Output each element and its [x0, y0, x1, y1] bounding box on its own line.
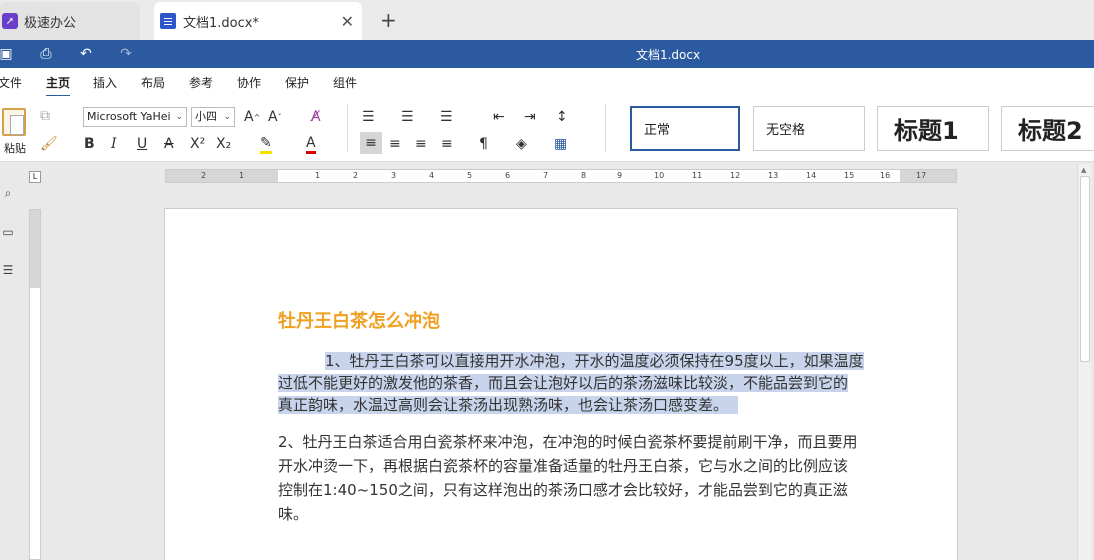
- selected-text: 1、牡丹王白茶可以直接用开水冲泡，开水的温度必须保持在95度以上，如果温度: [325, 352, 864, 370]
- plus-icon[interactable]: +: [380, 8, 397, 32]
- line-spacing-icon[interactable]: ↕: [556, 107, 568, 127]
- document-heading[interactable]: 牡丹王白茶怎么冲泡: [278, 307, 440, 333]
- menu-layout[interactable]: 布局: [141, 74, 165, 91]
- justify-icon[interactable]: ≡: [441, 134, 453, 154]
- title-bar: ▣ ⎙ ↶ ↷ 文档1.docx: [0, 40, 1094, 68]
- decrease-font-icon[interactable]: Aˇ: [268, 107, 282, 127]
- chevron-down-icon: ⌄: [175, 112, 183, 122]
- ribbon-toolbar: 粘贴 ⧉ 🖌 Microsoft YaHei ⌄ 小四 ⌄ A ^ Aˇ A̸ B I…: [0, 96, 1094, 162]
- document-page[interactable]: 牡丹王白茶怎么冲泡 1、牡丹王白茶可以直接用开水冲泡，开水的温度必须保持在95度…: [164, 208, 958, 560]
- divider: [605, 104, 606, 152]
- close-icon[interactable]: ✕: [341, 12, 354, 31]
- increase-indent-icon[interactable]: ⇥: [524, 107, 536, 127]
- menu-components[interactable]: 组件: [333, 74, 357, 91]
- horizontal-ruler[interactable]: 2 1 1 2 3 4 5 6 7 8 9 10 11 12 13 14 15 …: [165, 169, 957, 183]
- paragraph-line: 味。: [278, 505, 309, 523]
- style-normal[interactable]: 正常: [630, 106, 740, 151]
- menu-file[interactable]: 文件: [0, 74, 22, 91]
- strikethrough-icon[interactable]: A: [164, 134, 174, 154]
- document-title: 文档1.docx: [635, 48, 701, 62]
- rocket-icon: ➚: [2, 13, 18, 29]
- align-right-icon[interactable]: ≡: [415, 134, 427, 154]
- chevron-down-icon: ⌄: [223, 112, 231, 122]
- menu-references[interactable]: 参考: [189, 74, 213, 91]
- vertical-ruler[interactable]: [29, 209, 41, 560]
- format-painter-icon[interactable]: 🖌: [40, 134, 58, 154]
- menu-protect[interactable]: 保护: [285, 74, 309, 91]
- paragraph-line: 开水冲烫一下，再根据白瓷茶杯的容量准备适量的牡丹王白茶，它与水之间的比例应该: [278, 457, 849, 475]
- selected-text: 过低不能更好的激发他的茶香，而且会让泡好以后的茶汤滋味比较淡，不能品尝到它的: [278, 374, 849, 392]
- navigation-icon[interactable]: ☰: [0, 262, 16, 278]
- style-heading-1[interactable]: 标题1: [877, 106, 989, 151]
- clear-format-icon[interactable]: A̸: [311, 107, 321, 127]
- paragraph-line: 控制在1:40~150之间，只有这样泡出的茶汤口感才会比较好，才能品尝到它的真正…: [278, 481, 848, 499]
- underline-icon[interactable]: U: [137, 134, 147, 154]
- tab-document[interactable]: 文档1.docx* ✕: [154, 2, 362, 40]
- menu-collaborate[interactable]: 协作: [237, 74, 261, 91]
- multilevel-list-icon[interactable]: ☰: [440, 107, 453, 127]
- menu-home[interactable]: 主页: [46, 74, 71, 97]
- tab-stop-selector[interactable]: L: [29, 171, 41, 183]
- vertical-scrollbar[interactable]: ▲: [1077, 164, 1091, 560]
- borders-icon[interactable]: ▦: [554, 134, 567, 154]
- tab-label: 文档1.docx*: [183, 15, 259, 31]
- search-icon[interactable]: ⌕: [0, 185, 16, 201]
- menu-insert[interactable]: 插入: [93, 74, 117, 91]
- shading-icon[interactable]: ◈: [516, 134, 527, 154]
- tab-label: 极速办公: [24, 15, 77, 31]
- italic-icon[interactable]: I: [111, 134, 117, 154]
- paste-label: 粘贴: [4, 142, 26, 155]
- divider: [347, 104, 348, 152]
- scroll-thumb[interactable]: [1080, 176, 1090, 362]
- copy-icon[interactable]: ⧉: [40, 106, 50, 126]
- left-sidebar: ⌕ ▭ ☰: [0, 170, 20, 560]
- comment-icon[interactable]: ▭: [0, 224, 16, 240]
- decrease-indent-icon[interactable]: ⇤: [493, 107, 505, 127]
- highlight-icon[interactable]: ✎: [260, 134, 272, 154]
- tab-bar: ➚ 极速办公 文档1.docx* ✕ +: [0, 0, 1094, 40]
- superscript-icon[interactable]: X²: [190, 134, 205, 154]
- paragraph-1[interactable]: 1、牡丹王白茶可以直接用开水冲泡，开水的温度必须保持在95度以上，如果温度 过低…: [278, 350, 898, 416]
- paste-icon[interactable]: [2, 108, 26, 136]
- align-center-icon[interactable]: ≡: [389, 134, 401, 154]
- subscript-icon[interactable]: X₂: [216, 134, 231, 154]
- font-color-icon[interactable]: A: [306, 134, 316, 154]
- menu-bar: 文件 主页 插入 布局 参考 协作 保护 组件: [0, 68, 1094, 97]
- numbered-list-icon[interactable]: ☰: [401, 107, 414, 127]
- paragraph-line: 2、牡丹王白茶适合用白瓷茶杯来冲泡，在冲泡的时候白瓷茶杯要提前刷干净，而且要用: [278, 433, 858, 451]
- increase-font-icon[interactable]: A ^: [244, 107, 260, 127]
- style-heading-2[interactable]: 标题2: [1001, 106, 1094, 151]
- bullet-list-icon[interactable]: ☰: [362, 107, 375, 127]
- selected-text: 真正韵味，水温过高则会让茶汤出现熟汤味，也会让茶汤口感变差。: [278, 396, 729, 414]
- paragraph-2[interactable]: 2、牡丹王白茶适合用白瓷茶杯来冲泡，在冲泡的时候白瓷茶杯要提前刷干净，而且要用 …: [278, 430, 898, 526]
- align-left-icon[interactable]: ≡: [360, 132, 382, 154]
- font-size-select[interactable]: 小四 ⌄: [191, 107, 235, 127]
- document-icon: [160, 13, 176, 29]
- style-no-spacing[interactable]: 无空格: [753, 106, 865, 151]
- bold-icon[interactable]: B: [84, 134, 95, 154]
- font-name-select[interactable]: Microsoft YaHei ⌄: [83, 107, 187, 127]
- scroll-up-icon[interactable]: ▲: [1081, 166, 1086, 174]
- paragraph-mark-icon[interactable]: ¶: [479, 134, 488, 154]
- tab-home[interactable]: ➚ 极速办公: [0, 2, 140, 40]
